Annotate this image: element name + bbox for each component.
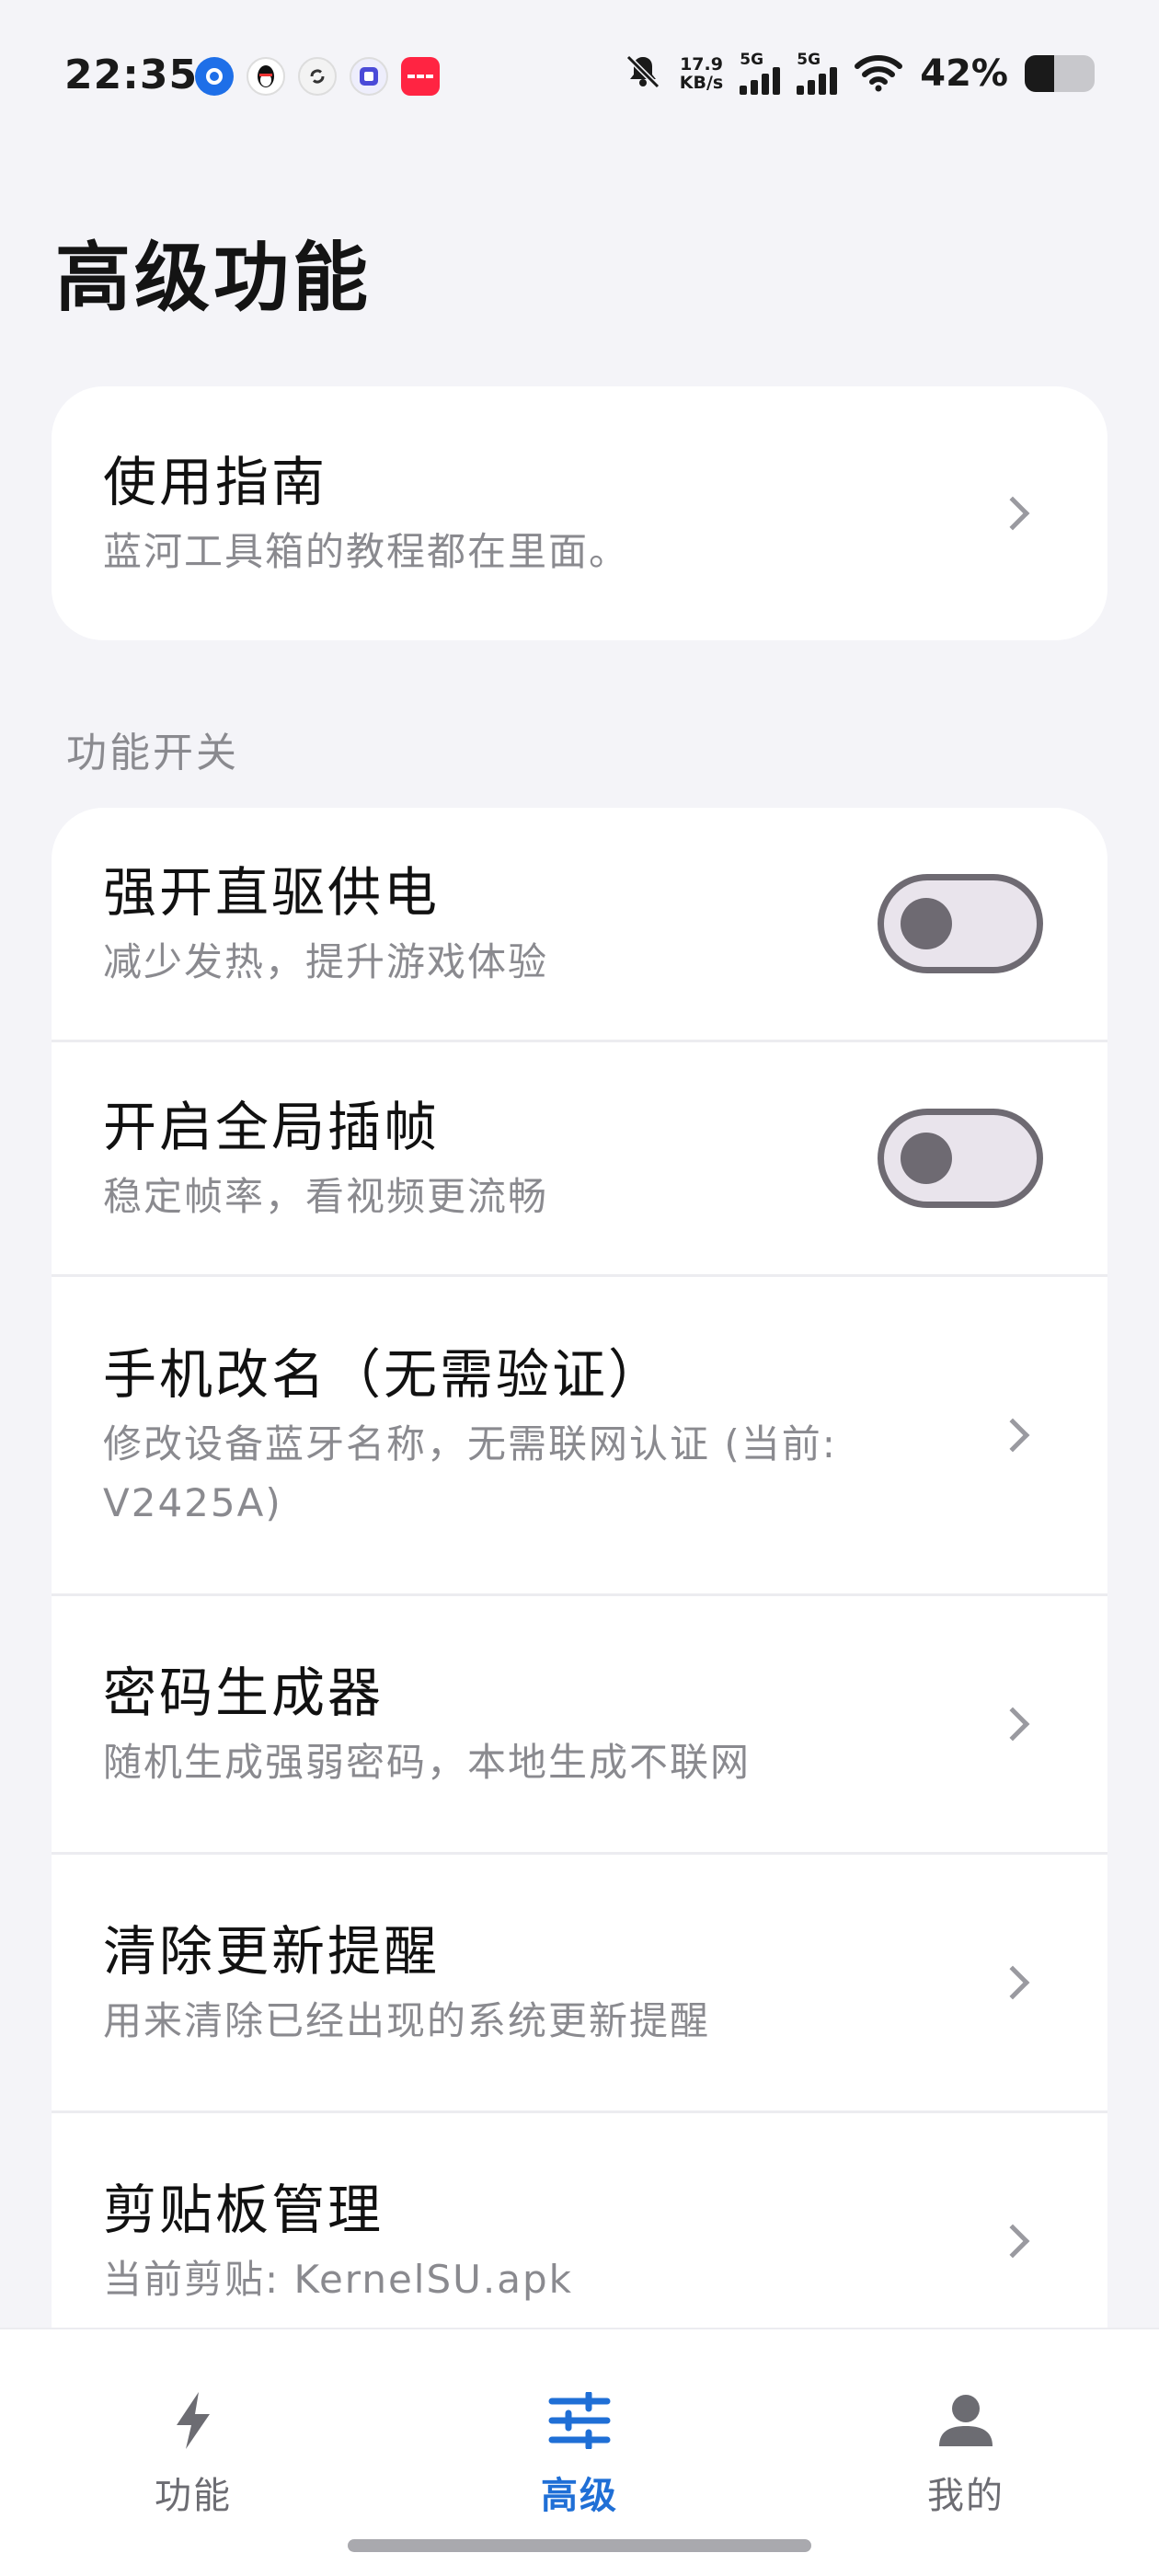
feature-text: 开启全局插帧 稳定帧率，看视频更流畅 bbox=[103, 1090, 878, 1226]
battery-percent: 42% bbox=[920, 52, 1008, 95]
app-circle-icon bbox=[195, 57, 234, 96]
home-indicator[interactable] bbox=[348, 2539, 811, 2552]
guide-card[interactable]: 使用指南 蓝河工具箱的教程都在里面。 bbox=[52, 386, 1107, 640]
nav-item-features[interactable]: 功能 bbox=[83, 2388, 304, 2519]
feature-subtitle: 稳定帧率，看视频更流畅 bbox=[103, 1174, 549, 1219]
feature-row-direct-power[interactable]: 强开直驱供电 减少发热，提升游戏体验 bbox=[52, 808, 1107, 1040]
feature-row-frame-interpolation[interactable]: 开启全局插帧 稳定帧率，看视频更流畅 bbox=[52, 1042, 1107, 1274]
feature-subtitle: 当前剪贴: KernelSU.apk bbox=[103, 2257, 573, 2302]
chevron-right-icon bbox=[995, 2224, 1030, 2259]
guide-title: 使用指南 bbox=[103, 451, 328, 513]
feature-subtitle: 修改设备蓝牙名称，无需联网认证 (当前: V2425A) bbox=[103, 1421, 837, 1525]
notification-icons bbox=[195, 57, 440, 96]
feature-title: 开启全局插帧 bbox=[103, 1096, 441, 1158]
feature-title: 密码生成器 bbox=[103, 1662, 384, 1724]
feature-title: 剪贴板管理 bbox=[103, 2179, 384, 2241]
status-right: 17.9 KB/s 5G 5G 42% bbox=[623, 52, 1095, 96]
feature-text: 清除更新提醒 用来清除已经出现的系统更新提醒 bbox=[103, 1915, 1001, 2051]
feature-row-password-generator[interactable]: 密码生成器 随机生成强弱密码，本地生成不联网 bbox=[52, 1596, 1107, 1852]
signal-2: 5G bbox=[797, 51, 838, 95]
person-icon bbox=[934, 2388, 998, 2453]
chevron-right-icon bbox=[995, 1965, 1030, 2000]
chevron-right-icon bbox=[995, 496, 1030, 531]
signal-2-label: 5G bbox=[797, 51, 821, 69]
feature-row-clear-update-reminder[interactable]: 清除更新提醒 用来清除已经出现的系统更新提醒 bbox=[52, 1855, 1107, 2110]
net-speed-unit: KB/s bbox=[679, 73, 724, 93]
feature-text: 密码生成器 随机生成强弱密码，本地生成不联网 bbox=[103, 1656, 1001, 1792]
feature-subtitle: 用来清除已经出现的系统更新提醒 bbox=[103, 1998, 711, 2043]
nav-label: 我的 bbox=[927, 2475, 1004, 2517]
feature-subtitle: 随机生成强弱密码，本地生成不联网 bbox=[103, 1740, 752, 1785]
status-time: 22:35 bbox=[64, 52, 199, 98]
nav-label: 高级 bbox=[541, 2475, 618, 2517]
feature-subtitle: 减少发热，提升游戏体验 bbox=[103, 939, 549, 984]
guide-subtitle: 蓝河工具箱的教程都在里面。 bbox=[103, 529, 630, 574]
guide-row[interactable]: 使用指南 蓝河工具箱的教程都在里面。 bbox=[52, 386, 1107, 640]
chevron-right-icon bbox=[995, 1707, 1030, 1742]
feature-text: 手机改名（无需验证） 修改设备蓝牙名称，无需联网认证 (当前: V2425A) bbox=[103, 1338, 1001, 1533]
features-card: 强开直驱供电 减少发热，提升游戏体验 开启全局插帧 稳定帧率，看视频更流畅 手机… bbox=[52, 808, 1107, 2372]
lightning-icon bbox=[161, 2388, 225, 2453]
section-label: 功能开关 bbox=[66, 730, 239, 776]
feature-text: 剪贴板管理 当前剪贴: KernelSU.apk bbox=[103, 2173, 1001, 2309]
net-speed: 17.9 KB/s bbox=[680, 55, 723, 92]
feature-text: 强开直驱供电 减少发热，提升游戏体验 bbox=[103, 856, 878, 992]
signal-1: 5G bbox=[740, 51, 781, 95]
status-bar: 22:35 17.9 KB/s 5G 5G 42% bbox=[0, 0, 1159, 156]
signal-bars-icon bbox=[740, 67, 781, 95]
feature-title: 手机改名（无需验证） bbox=[103, 1343, 665, 1406]
qq-penguin-icon bbox=[247, 57, 285, 96]
nav-item-mine[interactable]: 我的 bbox=[855, 2388, 1076, 2519]
battery-fill bbox=[1025, 55, 1054, 92]
xiaohongshu-icon bbox=[401, 57, 440, 96]
net-speed-value: 17.9 bbox=[680, 54, 723, 75]
tieba-icon bbox=[350, 57, 388, 96]
toggle-knob bbox=[901, 1133, 952, 1184]
feature-title: 清除更新提醒 bbox=[103, 1920, 441, 1983]
direct-power-toggle[interactable] bbox=[878, 874, 1043, 973]
mute-bell-icon bbox=[623, 52, 663, 96]
toggle-knob bbox=[901, 898, 952, 949]
sync-app-icon bbox=[298, 57, 337, 96]
signal-1-label: 5G bbox=[740, 51, 764, 69]
chevron-right-icon bbox=[995, 1418, 1030, 1453]
nav-item-advanced[interactable]: 高级 bbox=[469, 2388, 690, 2519]
wifi-icon bbox=[854, 52, 903, 96]
page-title: 高级功能 bbox=[55, 235, 373, 322]
sliders-icon bbox=[547, 2388, 612, 2453]
frame-interpolation-toggle[interactable] bbox=[878, 1109, 1043, 1208]
guide-text: 使用指南 蓝河工具箱的教程都在里面。 bbox=[103, 445, 1001, 581]
signal-bars-icon bbox=[797, 67, 838, 95]
feature-row-rename-phone[interactable]: 手机改名（无需验证） 修改设备蓝牙名称，无需联网认证 (当前: V2425A) bbox=[52, 1277, 1107, 1593]
feature-title: 强开直驱供电 bbox=[103, 861, 441, 924]
nav-label: 功能 bbox=[155, 2475, 232, 2517]
battery-icon bbox=[1025, 55, 1095, 92]
